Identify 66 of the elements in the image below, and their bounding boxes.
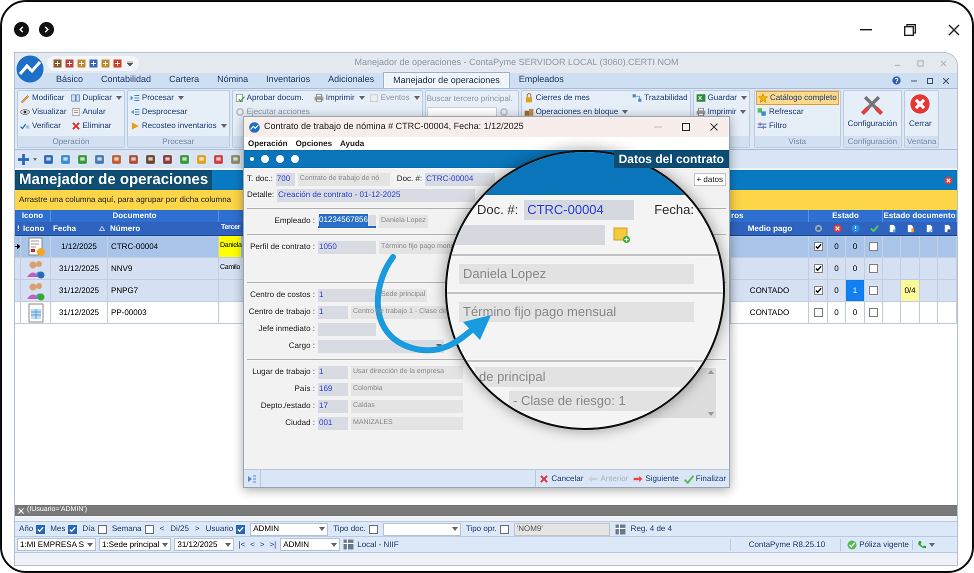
table-cell: 0	[834, 284, 839, 296]
column-group-header: Estado documento	[883, 210, 956, 222]
filter-label: Semana	[112, 523, 142, 535]
name-field: Daniela Lopez	[459, 264, 694, 284]
field-label: Cargo :	[288, 340, 315, 352]
status-text: Reg. 4 de 4	[630, 523, 672, 535]
field-label: Perfil de contrato :	[249, 241, 315, 253]
table-cell: NNV9	[111, 262, 132, 274]
group-label: Operación	[52, 136, 90, 148]
column-group-header: Estado	[832, 210, 859, 222]
group-label: Vista	[788, 136, 806, 148]
table-cell: 0	[834, 306, 839, 318]
table-cell: 1/12/2025	[61, 240, 97, 252]
column-group-header: Documento	[112, 210, 156, 222]
field-label: Doc. #:	[477, 201, 518, 220]
table-cell: 31/12/2025	[58, 262, 100, 274]
table-cell: CTRC-00004	[111, 240, 158, 252]
table-cell: 0/4	[904, 284, 916, 296]
column-group-header: ros	[731, 210, 744, 222]
table-cell: 31/12/2025	[58, 306, 100, 318]
group-label: Configuración	[848, 136, 898, 148]
field-label: Lugar de trabajo :	[251, 366, 315, 378]
table-cell: 31/12/2025	[58, 284, 100, 296]
input-field: 'NOM9'	[514, 522, 610, 536]
table-cell: CONTADO	[750, 284, 790, 296]
table-cell: 0	[852, 240, 858, 252]
status-text: Di/25	[170, 523, 189, 535]
field-label: Fecha:	[654, 201, 694, 220]
field-label: Depto./estado :	[260, 400, 315, 412]
filter-label: Mes	[50, 523, 66, 535]
field-label: Buscar tercero principal.	[426, 93, 514, 105]
filter-label: Usuario	[206, 523, 234, 535]
policy-text: Póliza vigente	[859, 538, 909, 550]
column-group-header: Icono	[22, 210, 44, 222]
group-by-hint: Arrastre una columna aquí, para agrupar por dicha columna	[19, 194, 232, 206]
table-cell: PP-00003	[111, 306, 147, 318]
dialog-title: Contrato de trabajo de nómina # CTRC-00004, Fecha: 1/12/2025	[264, 120, 524, 134]
table-cell: 1	[846, 280, 865, 302]
field-label: País :	[294, 383, 315, 395]
step-title: Datos del contrato	[614, 150, 729, 168]
group-label: Ventana	[907, 136, 936, 148]
table-cell: PNPG7	[111, 284, 138, 296]
field-label: Centro de trabajo :	[248, 306, 315, 318]
field-label: Jefe inmediato :	[258, 323, 315, 335]
name-field: de principal	[475, 367, 695, 387]
status-text: Local - NIIF	[357, 538, 399, 550]
field-label: Detalle:	[247, 189, 274, 201]
filter-label: Tipo doc.	[333, 523, 366, 535]
field-label: Ciudad :	[284, 417, 315, 429]
table-cell: 0	[852, 306, 858, 318]
field-label: Empleado :	[274, 215, 315, 227]
filter-label: Día	[82, 523, 95, 535]
window-title: Manejador de operaciones - ContaPyme SERVIDOR LOCAL (3060).CERTI NOM	[354, 56, 680, 70]
table-cell: CONTADO	[750, 306, 790, 318]
filter-label: Tipo opr.	[466, 523, 497, 535]
group-label: Procesar	[162, 136, 194, 148]
field-label: Centro de costos :	[249, 289, 315, 301]
field-label: T. doc.:	[247, 173, 273, 185]
table-cell: 0	[852, 262, 858, 274]
table-cell: 0	[834, 240, 839, 252]
filter-label: Año	[19, 523, 34, 535]
version-text: ContaPyme R8.25.10	[730, 538, 838, 550]
panel-title: Manejador de operaciones	[15, 170, 212, 190]
table-cell: 0	[834, 262, 839, 274]
name-field: Término fijo pago mensual	[459, 302, 694, 322]
field-label: Doc. #:	[396, 173, 422, 185]
